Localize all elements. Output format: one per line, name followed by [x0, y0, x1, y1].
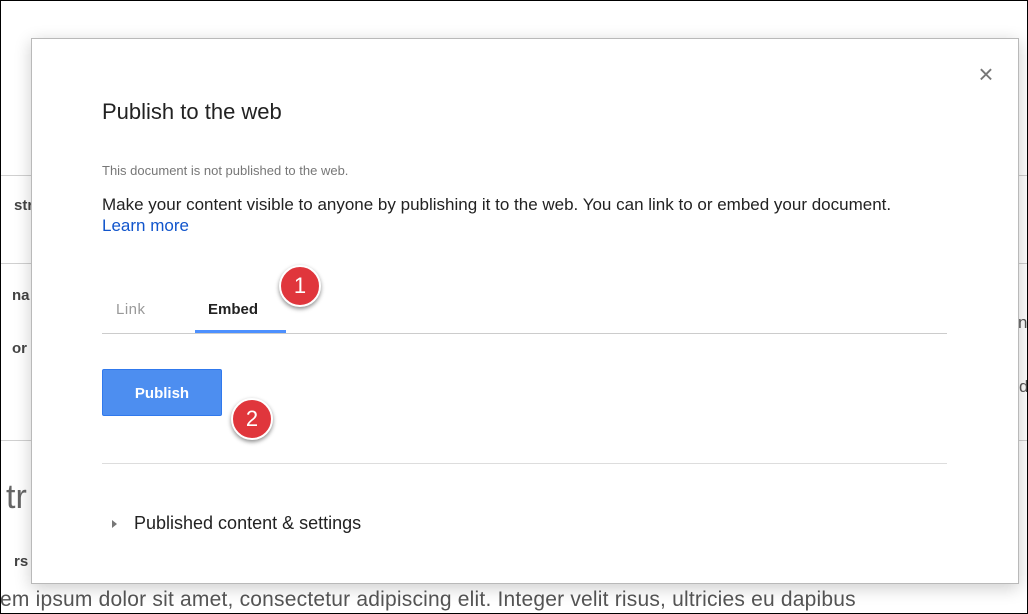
description-text: Make your content visible to anyone by p…: [102, 195, 892, 214]
bg-fragment: or: [12, 340, 27, 357]
bg-fragment: tr: [6, 478, 27, 516]
bg-body-text: em ipsum dolor sit amet, consectetur adi…: [0, 588, 856, 611]
publish-dialog: × Publish to the web This document is no…: [31, 38, 1019, 584]
bg-fragment: ne: [1018, 313, 1028, 332]
close-icon[interactable]: ×: [973, 61, 999, 87]
learn-more-link[interactable]: Learn more: [102, 216, 189, 235]
callout-badge-1: 1: [279, 265, 321, 307]
bg-rule: [0, 440, 31, 441]
bg-rule: [0, 175, 31, 176]
callout-badge-2: 2: [231, 398, 273, 440]
dialog-title: Publish to the web: [102, 99, 282, 124]
bg-rule: [0, 263, 31, 264]
publish-tabs: Link Embed: [102, 295, 947, 334]
active-tab-indicator: [195, 330, 286, 333]
bg-fragment: na: [12, 287, 30, 304]
bg-fragment: d: [1019, 377, 1028, 396]
expander-label: Published content & settings: [134, 513, 362, 533]
section-divider: [102, 463, 947, 464]
publish-button[interactable]: Publish: [102, 369, 222, 416]
published-settings-expander[interactable]: Published content & settings: [112, 513, 361, 534]
bg-fragment: rs: [14, 553, 29, 570]
tab-embed[interactable]: Embed: [208, 301, 258, 318]
dialog-description: Make your content visible to anyone by p…: [102, 194, 932, 236]
tab-link[interactable]: Link: [116, 301, 146, 318]
publish-status-note: This document is not published to the we…: [102, 163, 349, 178]
triangle-right-icon: [112, 519, 117, 528]
